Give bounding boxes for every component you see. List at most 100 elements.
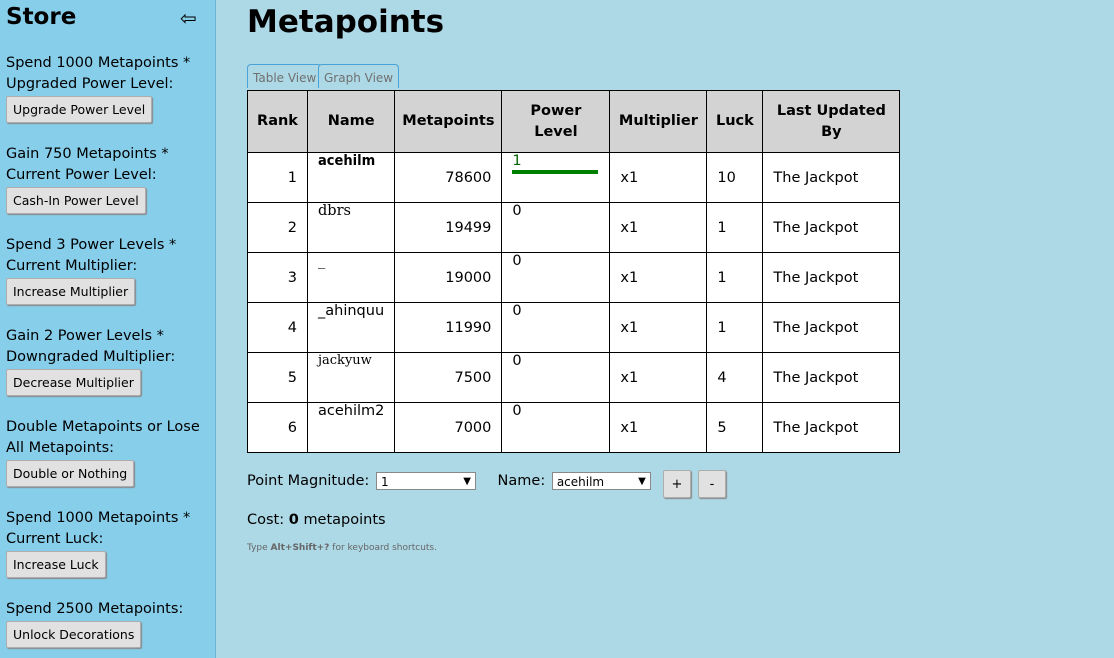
power-level-cell: 0 (501, 252, 611, 303)
increase-luck-button[interactable]: Increase Luck (6, 551, 106, 578)
cost-unit: metapoints (303, 512, 386, 528)
hint-keys: Alt+Shift+? (270, 543, 330, 553)
point-magnitude-label: Point Magnitude: (247, 473, 370, 489)
multiplier-cell: x1 (609, 352, 708, 403)
column-header-rank: Rank (247, 90, 308, 153)
name-cell: jackyuw (306, 352, 396, 403)
table-row: 5 jackyuw 7500 0 x1 4 The Jackpot (247, 352, 901, 403)
point-magnitude-value: 1 (380, 475, 389, 489)
store-item-description: Double Metapoints or Lose All Metapoints… (6, 419, 200, 456)
metapoints-cell: 11990 (394, 302, 503, 353)
rank-cell: 1 (247, 152, 308, 203)
store-item-increase-luck: Spend 1000 Metapoints * Current Luck: In… (6, 508, 206, 578)
multiplier-cell: x1 (609, 252, 708, 303)
power-level-cell: 0 (501, 352, 611, 403)
multiplier-cell: x1 (609, 302, 708, 353)
last-updated-cell: The Jackpot (762, 302, 901, 353)
cash-in-power-level-button[interactable]: Cash-In Power Level (6, 187, 146, 214)
power-level-bar (512, 170, 599, 174)
luck-cell: 1 (706, 202, 764, 253)
minus-button[interactable]: - (698, 470, 726, 498)
last-updated-cell: The Jackpot (762, 152, 901, 203)
dropdown-arrow-icon: ▼ (463, 476, 471, 487)
last-updated-cell: The Jackpot (762, 402, 901, 453)
metapoints-cell: 7000 (394, 402, 503, 453)
name-cell: _ahinquu (306, 302, 396, 353)
store-item-upgrade-power: Spend 1000 Metapoints * Upgraded Power L… (6, 53, 206, 123)
plus-button[interactable]: + (663, 470, 691, 498)
luck-cell: 10 (706, 152, 764, 203)
luck-cell: 1 (706, 302, 764, 353)
page-title: Metapoints (247, 4, 445, 40)
table-row: 1 acehilm 78600 1 x1 10 The Jackpot (247, 152, 901, 203)
last-updated-cell: The Jackpot (762, 252, 901, 303)
store-item-decrease-multiplier: Gain 2 Power Levels * Downgraded Multipl… (6, 326, 206, 396)
multiplier-cell: x1 (609, 152, 708, 203)
keyboard-shortcut-hint: Type Alt+Shift+? for keyboard shortcuts. (247, 543, 437, 553)
store-item-unlock-decorations: Spend 2500 Metapoints: Unlock Decoration… (6, 599, 206, 648)
store-item-increase-multiplier: Spend 3 Power Levels * Current Multiplie… (6, 235, 206, 305)
power-level-cell: 1 (501, 152, 611, 203)
upgrade-power-level-button[interactable]: Upgrade Power Level (6, 96, 153, 123)
tab-table-view[interactable]: Table View (247, 64, 323, 88)
luck-cell: 5 (706, 402, 764, 453)
store-item-description: Spend 2500 Metapoints: (6, 601, 184, 617)
cost-label: Cost: (247, 512, 285, 528)
multiplier-cell: x1 (609, 202, 708, 253)
column-header-power-level: Power Level (501, 90, 611, 153)
store-sidebar: Store ⇦ Spend 1000 Metapoints * Upgraded… (0, 0, 216, 658)
leaderboard-table: Rank Name Metapoints Power Level Multipl… (247, 90, 901, 453)
table-row: 4 _ahinquu 11990 0 x1 1 The Jackpot (247, 302, 901, 353)
name-select[interactable]: acehilm ▼ (551, 472, 651, 490)
store-item-double-or-nothing: Double Metapoints or Lose All Metapoints… (6, 417, 206, 487)
power-level-value: 1 (512, 153, 522, 169)
name-cell: acehilm (306, 152, 396, 203)
last-updated-cell: The Jackpot (762, 352, 901, 403)
power-level-cell: 0 (501, 402, 611, 453)
metapoints-cell: 78600 (394, 152, 503, 203)
table-row: 2 dbrs 19499 0 x1 1 The Jackpot (247, 202, 901, 253)
cost-display: Cost: 0 metapoints (247, 512, 386, 528)
metapoints-cell: 7500 (394, 352, 503, 403)
table-row: 6 acehilm2 7000 0 x1 5 The Jackpot (247, 402, 901, 453)
point-magnitude-select[interactable]: 1 ▼ (375, 472, 476, 490)
store-title: Store (6, 4, 77, 30)
table-row: 3 _ 19000 0 x1 1 The Jackpot (247, 252, 901, 303)
store-item-description: Gain 750 Metapoints * Current Power Leve… (6, 146, 169, 183)
name-label: Name: (497, 473, 546, 489)
store-item-description: Spend 1000 Metapoints * Current Luck: (6, 510, 191, 547)
store-item-cash-in: Gain 750 Metapoints * Current Power Leve… (6, 144, 206, 214)
luck-cell: 1 (706, 252, 764, 303)
power-level-cell: 0 (501, 202, 611, 253)
column-header-last-updated-by: Last Updated By (762, 90, 901, 153)
last-updated-cell: The Jackpot (762, 202, 901, 253)
point-controls: Point Magnitude: 1 ▼ Name: acehilm ▼ (247, 472, 651, 490)
cost-value: 0 (288, 512, 299, 528)
increase-multiplier-button[interactable]: Increase Multiplier (6, 278, 136, 305)
tab-graph-view[interactable]: Graph View (318, 64, 400, 88)
name-cell: acehilm2 (306, 402, 396, 453)
rank-cell: 2 (247, 202, 308, 253)
luck-cell: 4 (706, 352, 764, 403)
table-header-row: Rank Name Metapoints Power Level Multipl… (247, 90, 901, 153)
column-header-multiplier: Multiplier (609, 90, 708, 153)
metapoints-cell: 19000 (394, 252, 503, 303)
rank-cell: 3 (247, 252, 308, 303)
left-arrow-icon[interactable]: ⇦ (180, 6, 197, 30)
unlock-decorations-button[interactable]: Unlock Decorations (6, 621, 142, 648)
rank-cell: 6 (247, 402, 308, 453)
hint-prefix: Type (247, 543, 268, 553)
store-item-description: Spend 3 Power Levels * Current Multiplie… (6, 237, 177, 274)
column-header-name: Name (306, 90, 396, 153)
name-select-value: acehilm (556, 475, 605, 489)
dropdown-arrow-icon: ▼ (638, 476, 646, 487)
column-header-luck: Luck (706, 90, 764, 153)
decrease-multiplier-button[interactable]: Decrease Multiplier (6, 369, 141, 396)
double-or-nothing-button[interactable]: Double or Nothing (6, 460, 135, 487)
column-header-metapoints: Metapoints (394, 90, 503, 153)
store-item-description: Gain 2 Power Levels * Downgraded Multipl… (6, 328, 176, 365)
metapoints-cell: 19499 (394, 202, 503, 253)
store-item-description: Spend 1000 Metapoints * Upgraded Power L… (6, 55, 191, 92)
power-level-cell: 0 (501, 302, 611, 353)
hint-suffix: for keyboard shortcuts. (332, 543, 437, 553)
